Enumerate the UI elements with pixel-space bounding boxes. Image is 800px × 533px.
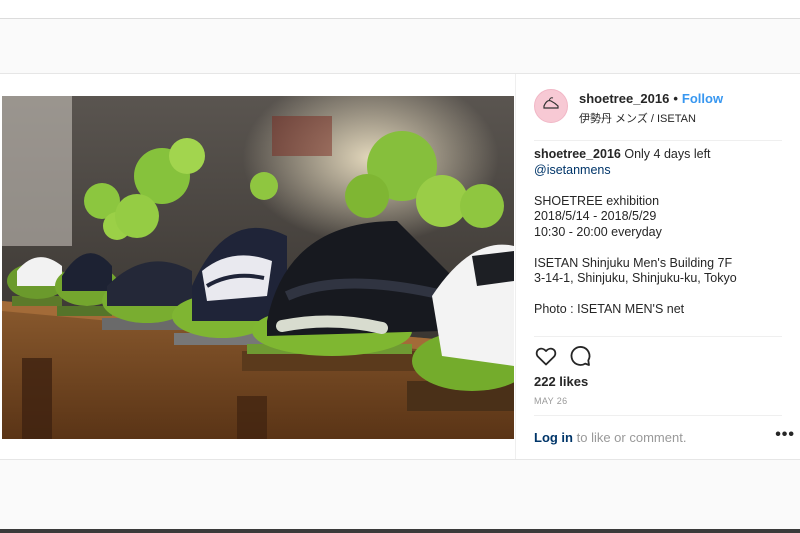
- login-divider: [534, 415, 782, 416]
- login-prompt-text: to like or comment.: [573, 430, 687, 445]
- shoe-logo-icon: [541, 94, 561, 119]
- comment-icon[interactable]: [568, 344, 592, 368]
- caption-line: [534, 287, 784, 303]
- header-divider: [534, 140, 782, 141]
- post-header: shoetree_2016 • Follow 伊勢丹 メンズ / ISETAN: [534, 89, 794, 125]
- bottom-bar: [0, 529, 800, 533]
- likes-count[interactable]: 222 likes: [534, 374, 588, 389]
- instagram-post: shoetree_2016 • Follow 伊勢丹 メンズ / ISETAN sh…: [0, 73, 800, 460]
- post-caption: shoetree_2016 Only 4 days left @isetanme…: [534, 147, 784, 318]
- caption-line: 2018/5/14 - 2018/5/29: [534, 209, 657, 223]
- follow-button[interactable]: Follow: [682, 91, 723, 106]
- caption-line: SHOETREE exhibition: [534, 193, 660, 208]
- caption-line: ISETAN Shinjuku Men's Building 7F: [534, 255, 733, 270]
- username-link[interactable]: shoetree_2016: [579, 91, 669, 106]
- top-strip: [0, 0, 800, 18]
- separator-dot: •: [673, 91, 678, 106]
- caption-line: Photo : ISETAN MEN'S net: [534, 302, 685, 316]
- caption-line: [534, 240, 784, 256]
- login-link[interactable]: Log in: [534, 430, 573, 445]
- caption-first-line: shoetree_2016 Only 4 days left: [534, 147, 784, 163]
- caption-username[interactable]: shoetree_2016: [534, 147, 621, 161]
- actions-divider: [534, 336, 782, 337]
- heart-icon[interactable]: [534, 344, 558, 368]
- post-date: MAY 26: [534, 396, 568, 406]
- post-photo[interactable]: [2, 96, 514, 439]
- caption-line: 3-14-1, Shinjuku, Shinjuku-ku, Tokyo: [534, 271, 737, 285]
- caption-line: [534, 178, 784, 194]
- location-link[interactable]: 伊勢丹 メンズ / ISETAN: [579, 110, 696, 126]
- login-prompt: Log in to like or comment.: [534, 430, 784, 445]
- caption-mention[interactable]: @isetanmens: [534, 163, 784, 179]
- more-options-icon[interactable]: •••: [775, 426, 795, 444]
- post-sidebar: shoetree_2016 • Follow 伊勢丹 メンズ / ISETAN sh…: [515, 74, 800, 459]
- caption-line: 10:30 - 20:00 everyday: [534, 224, 662, 239]
- caption-text: Only 4 days left: [624, 147, 711, 161]
- avatar[interactable]: [534, 89, 568, 123]
- header-user-line: shoetree_2016 • Follow: [579, 91, 723, 106]
- top-divider: [0, 18, 800, 19]
